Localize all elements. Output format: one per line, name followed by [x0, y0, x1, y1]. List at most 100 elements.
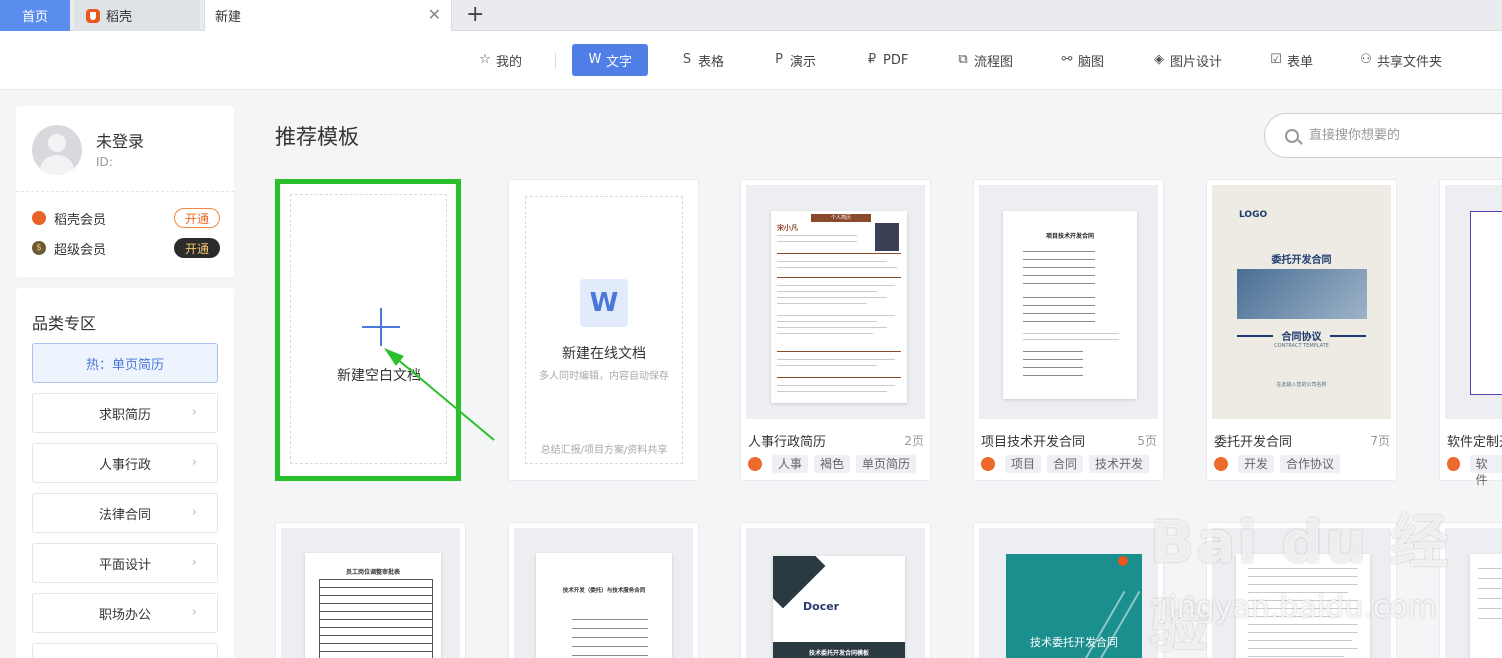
online-card-frame: W 新建在线文档 多人同时编辑，内容自动保存 总结汇报/项目方案/资料共享 — [525, 196, 683, 464]
share-folder-icon: ⚇ — [1360, 52, 1372, 67]
daoke-member-open-button[interactable]: 开通 — [174, 208, 220, 228]
p-icon: P — [775, 52, 783, 67]
template-card[interactable]: 个人简历 宋小凡 人事行政简历 2页 人事 褐色 单页简历 — [740, 179, 931, 481]
template-card[interactable]: 软件定制开 软件 — [1439, 179, 1502, 487]
category-hot[interactable]: 热：单页简历 — [32, 343, 218, 383]
category-panel: 品类专区 热：单页简历 求职简历 › 人事行政 › 法律合同 › 平面设计 › 职场办公… — [16, 288, 234, 658]
toolbar-present[interactable]: P 演示 — [764, 44, 824, 76]
template-name: 项目技术开发合同 — [981, 435, 1086, 450]
template-tag[interactable]: 开发 — [1238, 455, 1275, 473]
template-card[interactable]: 技术委托开发合同 — [973, 522, 1164, 658]
user-card: 未登录 ID: 稻壳会员 开通 超级会员 开通 — [16, 106, 234, 277]
chevron-right-icon: › — [191, 505, 197, 520]
contract-page: 项目技术开发合同 — [1003, 211, 1137, 399]
close-icon[interactable]: ✕ — [428, 7, 441, 23]
software-page — [1470, 211, 1502, 395]
docer-contract-title: 技术委托开发合同模板 — [808, 650, 869, 657]
toolbar-sheet[interactable]: S 表格 — [672, 44, 732, 76]
chevron-right-icon: › — [191, 605, 197, 620]
chevron-right-icon: › — [191, 555, 197, 570]
tab-new[interactable]: 新建 ✕ — [204, 0, 452, 31]
tab-home-label: 首页 — [21, 10, 48, 25]
category-item[interactable] — [32, 643, 218, 658]
template-card[interactable]: 员工岗位调整审批表 — [275, 522, 466, 658]
template-tag[interactable]: 合作协议 — [1280, 455, 1341, 473]
resume-title: 个人简历 — [811, 214, 871, 222]
category-item[interactable]: 法律合同 › — [32, 493, 218, 533]
toolbar-label: 脑图 — [1078, 54, 1105, 70]
toolbar-form[interactable]: ☑ 表单 — [1261, 44, 1321, 76]
category-item[interactable]: 求职简历 › — [32, 393, 218, 433]
daoke-logo-icon — [1447, 457, 1460, 471]
super-member-icon — [32, 241, 46, 255]
new-blank-document-card[interactable]: 新建空白文档 — [275, 179, 461, 481]
template-name: 人事行政简历 — [748, 435, 827, 450]
template-card[interactable]: 技术开发（委托）与技术服务合同 — [508, 522, 699, 658]
toolbar-divider — [555, 53, 556, 69]
search-icon — [1285, 128, 1299, 143]
toolbar-label: 表单 — [1287, 54, 1314, 70]
image-design-icon: ◈ — [1154, 52, 1164, 67]
template-tag[interactable]: 单页简历 — [856, 455, 917, 473]
avatar[interactable] — [32, 125, 82, 175]
tech-service-title: 技术开发（委托）与技术服务合同 — [562, 588, 646, 594]
toolbar-writer[interactable]: W 文字 — [572, 44, 648, 76]
search-input[interactable] — [1309, 128, 1479, 143]
category-item[interactable]: 平面设计 › — [32, 543, 218, 583]
online-doc-subtitle: 多人同时编辑，内容自动保存 — [539, 371, 669, 382]
wt-logo: LOGO — [1239, 210, 1268, 220]
template-tag[interactable]: 人事 — [772, 455, 809, 473]
chevron-right-icon: › — [191, 455, 197, 470]
template-card[interactable]: Docer 技术委托开发合同模板 — [740, 522, 931, 658]
template-thumbnail: 技术开发（委托）与技术服务合同 — [514, 528, 693, 658]
new-online-document-card[interactable]: W 新建在线文档 多人同时编辑，内容自动保存 总结汇报/项目方案/资料共享 — [508, 179, 699, 481]
toolbar: ☆ 我的 W 文字 S 表格 P 演示 ₽ PDF ⧉ 流程图 ⚯ 脑图 ◈ 图片设计 ☑ 表单 … — [0, 31, 1502, 90]
toolbar-mindmap[interactable]: ⚯ 脑图 — [1052, 44, 1112, 76]
search-box[interactable] — [1264, 113, 1502, 158]
tab-bar: 首页 稻壳 新建 ✕ + — [0, 0, 1502, 31]
watermark-logo: Bai du 经验 — [1150, 508, 1451, 658]
template-tag[interactable]: 技术开发 — [1089, 455, 1150, 473]
category-item[interactable]: 人事行政 › — [32, 443, 218, 483]
wt-subtitle: 合同协议 — [1281, 332, 1322, 343]
teal-contract-page: 技术委托开发合同 — [1006, 554, 1142, 658]
tab-daoke-label: 稻壳 — [106, 10, 133, 25]
toolbar-image-design[interactable]: ◈ 图片设计 — [1144, 44, 1230, 76]
category-item[interactable]: 职场办公 › — [32, 593, 218, 633]
s-icon: S — [682, 52, 692, 67]
category-label: 平面设计 — [98, 557, 151, 573]
category-label: 法律合同 — [98, 507, 151, 523]
template-tag[interactable]: 合同 — [1047, 455, 1084, 473]
resume-page: 个人简历 宋小凡 — [771, 211, 907, 403]
member-label: 稻壳会员 — [54, 212, 107, 228]
toolbar-mine[interactable]: ☆ 我的 — [470, 44, 530, 76]
add-tab-icon[interactable]: + — [466, 3, 484, 27]
wt-en: CONTRACT TEMPLATE — [1274, 343, 1329, 349]
template-tag[interactable]: 软件 — [1469, 455, 1502, 487]
tab-daoke[interactable]: 稻壳 — [74, 0, 200, 31]
super-member-row: 超级会员 开通 — [32, 237, 220, 259]
toolbar-label: PDF — [883, 52, 909, 68]
toolbar-label: 流程图 — [974, 54, 1014, 70]
daoke-logo-icon — [981, 457, 995, 471]
teal-contract-title: 技术委托开发合同 — [1030, 636, 1118, 649]
toolbar-label: 演示 — [790, 54, 817, 70]
toolbar-flowchart[interactable]: ⧉ 流程图 — [948, 44, 1021, 76]
user-name[interactable]: 未登录 — [96, 128, 144, 152]
toolbar-share-folder[interactable]: ⚇ 共享文件夹 — [1351, 44, 1450, 76]
chevron-right-icon: › — [191, 405, 197, 420]
template-tag[interactable]: 褐色 — [814, 455, 851, 473]
template-card[interactable]: LOGO 委托开发合同 合同协议 CONTRACT TEMPLATE 在此输入您… — [1206, 179, 1397, 481]
template-thumbnail: Docer 技术委托开发合同模板 — [746, 528, 925, 658]
docer-brand: Docer — [803, 600, 840, 613]
template-thumbnail: 个人简历 宋小凡 — [746, 185, 925, 419]
toolbar-label: 表格 — [698, 54, 725, 70]
category-label: 人事行政 — [98, 457, 151, 473]
wt-footer: 在此输入您的公司名称 — [1276, 382, 1327, 388]
template-card[interactable]: 项目技术开发合同 项目技术开发合同 5页 项目 合同 技术开发 — [973, 179, 1164, 481]
super-member-open-button[interactable]: 开通 — [174, 238, 220, 258]
template-tag[interactable]: 项目 — [1005, 455, 1042, 473]
tab-home[interactable]: 首页 — [0, 0, 70, 31]
toolbar-pdf[interactable]: ₽ PDF — [857, 44, 916, 76]
new-blank-document-label: 新建空白文档 — [337, 368, 421, 384]
